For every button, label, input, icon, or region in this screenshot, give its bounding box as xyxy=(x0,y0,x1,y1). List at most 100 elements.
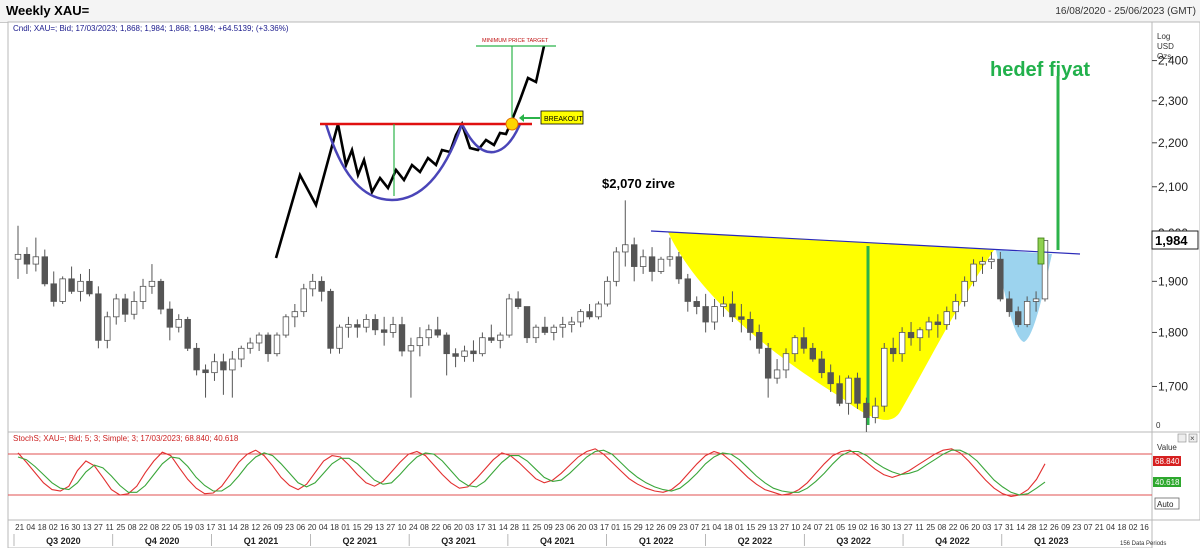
date-tick-label: 02 xyxy=(49,523,58,532)
candle-body xyxy=(425,329,432,339)
date-tick-label: 27 xyxy=(904,523,913,532)
quarter-label: Q1 2021 xyxy=(244,536,279,546)
candle-body xyxy=(997,258,1004,300)
inset-breakout-label: BREAKOUT xyxy=(544,116,583,123)
date-tick-label: 15 xyxy=(353,523,362,532)
date-tick-label: 23 xyxy=(1072,523,1081,532)
axis-title-usd: USD xyxy=(1157,42,1174,51)
candle-body xyxy=(452,353,459,357)
stoch-legend: StochS; XAU=; Bid; 5; 3; Simple; 3; 17/0… xyxy=(13,434,239,443)
candle-body xyxy=(380,329,388,333)
price-tick-label: 1,900 xyxy=(1158,274,1188,288)
candle-body xyxy=(309,280,316,290)
peak-label: $2,070 zirve xyxy=(602,176,675,191)
candle-body xyxy=(881,347,888,407)
date-tick-label: 25 xyxy=(926,523,935,532)
candle-body xyxy=(836,383,843,404)
date-tick-label: 21 xyxy=(701,523,710,532)
candle-body xyxy=(782,353,790,371)
candle-body xyxy=(363,319,370,328)
quarter-label: Q3 2020 xyxy=(46,536,81,546)
date-tick-label: 24 xyxy=(802,523,811,532)
date-tick-label: 19 xyxy=(184,523,193,532)
candle-body xyxy=(532,326,540,339)
quarter-label: Q1 2023 xyxy=(1034,536,1069,546)
date-tick-label: 06 xyxy=(566,523,575,532)
candle-body xyxy=(550,326,558,333)
candle-body xyxy=(229,358,236,371)
date-tick-label: 15 xyxy=(623,523,632,532)
candle-body xyxy=(86,280,93,295)
quarter-label: Q4 2020 xyxy=(145,536,180,546)
candle-body xyxy=(747,319,754,333)
date-tick-label: 12 xyxy=(1039,523,1048,532)
candle-body xyxy=(1032,298,1040,302)
candle-body xyxy=(738,316,745,320)
candle-body xyxy=(916,329,924,339)
date-tick-label: 07 xyxy=(814,523,823,532)
date-tick-label: 29 xyxy=(634,523,643,532)
price-legend: Cndl; XAU=; Bid; 17/03/2023; 1,868; 1,98… xyxy=(13,24,289,33)
candle-body xyxy=(943,311,950,325)
stoch-d-value: 40.618 xyxy=(1155,478,1180,487)
date-tick-label: 18 xyxy=(724,523,733,532)
date-tick-label: 20 xyxy=(308,523,317,532)
candle-body xyxy=(291,311,299,318)
date-tick-label: 20 xyxy=(454,523,463,532)
price-tick-label: 2,400 xyxy=(1158,54,1188,68)
auto-scale-label: Auto xyxy=(1157,500,1174,509)
price-tick-label: 2,300 xyxy=(1158,94,1188,108)
candle-body xyxy=(586,311,593,318)
date-tick-label: 28 xyxy=(240,523,249,532)
price-tick-label: 2,100 xyxy=(1158,180,1188,194)
stoch-axis-title: Value xyxy=(1157,443,1177,452)
candle-body xyxy=(631,244,638,267)
stoch-k-value: 68.840 xyxy=(1155,457,1180,466)
candle-body xyxy=(729,303,736,318)
candle-body xyxy=(613,251,620,282)
date-tick-label: 08 xyxy=(937,523,946,532)
candle-body xyxy=(541,326,549,333)
candle-body xyxy=(622,244,629,253)
candle-body xyxy=(345,324,352,328)
candle-body xyxy=(434,329,441,336)
candle-body xyxy=(193,347,200,371)
candle-body xyxy=(407,345,415,352)
candle-body xyxy=(327,290,334,349)
inset-target-label: MINIMUM PRICE TARGET xyxy=(482,38,549,44)
candle-body xyxy=(211,361,218,374)
date-tick-label: 14 xyxy=(229,523,238,532)
inset-breakout-marker xyxy=(505,117,519,131)
date-tick-label: 24 xyxy=(409,523,418,532)
candle-body xyxy=(702,306,709,323)
date-tick-label: 09 xyxy=(668,523,677,532)
price-chart[interactable]: Cndl; XAU=; Bid; 17/03/2023; 1,868; 1,98… xyxy=(0,0,1200,548)
date-tick-label: 01 xyxy=(611,523,620,532)
candle-body xyxy=(59,278,66,302)
date-tick-label: 21 xyxy=(15,523,24,532)
corner-marker: 0 xyxy=(1156,421,1161,430)
date-tick-label: 28 xyxy=(510,523,519,532)
date-tick-label: 11 xyxy=(105,523,114,532)
candle-body xyxy=(907,332,915,339)
date-tick-label: 17 xyxy=(206,523,215,532)
candle-body xyxy=(872,405,879,418)
candle-body xyxy=(220,361,227,371)
date-tick-label: 13 xyxy=(375,523,384,532)
candle-body xyxy=(925,321,933,331)
panel-minimize-button[interactable] xyxy=(1177,433,1187,443)
candle-body xyxy=(952,301,959,313)
date-tick-label: 06 xyxy=(443,523,452,532)
date-tick-label: 17 xyxy=(600,523,609,532)
candle-body xyxy=(14,253,22,260)
date-tick-label: 13 xyxy=(892,523,901,532)
candle-body xyxy=(175,319,182,328)
price-panel-frame xyxy=(7,21,1153,433)
candle-body xyxy=(961,280,968,302)
date-tick-label: 26 xyxy=(263,523,272,532)
date-tick-label: 10 xyxy=(791,523,800,532)
stoch-panel-frame xyxy=(7,431,1153,521)
date-tick-label: 07 xyxy=(1084,523,1093,532)
candle-body xyxy=(604,280,611,305)
candle-body xyxy=(845,377,852,404)
